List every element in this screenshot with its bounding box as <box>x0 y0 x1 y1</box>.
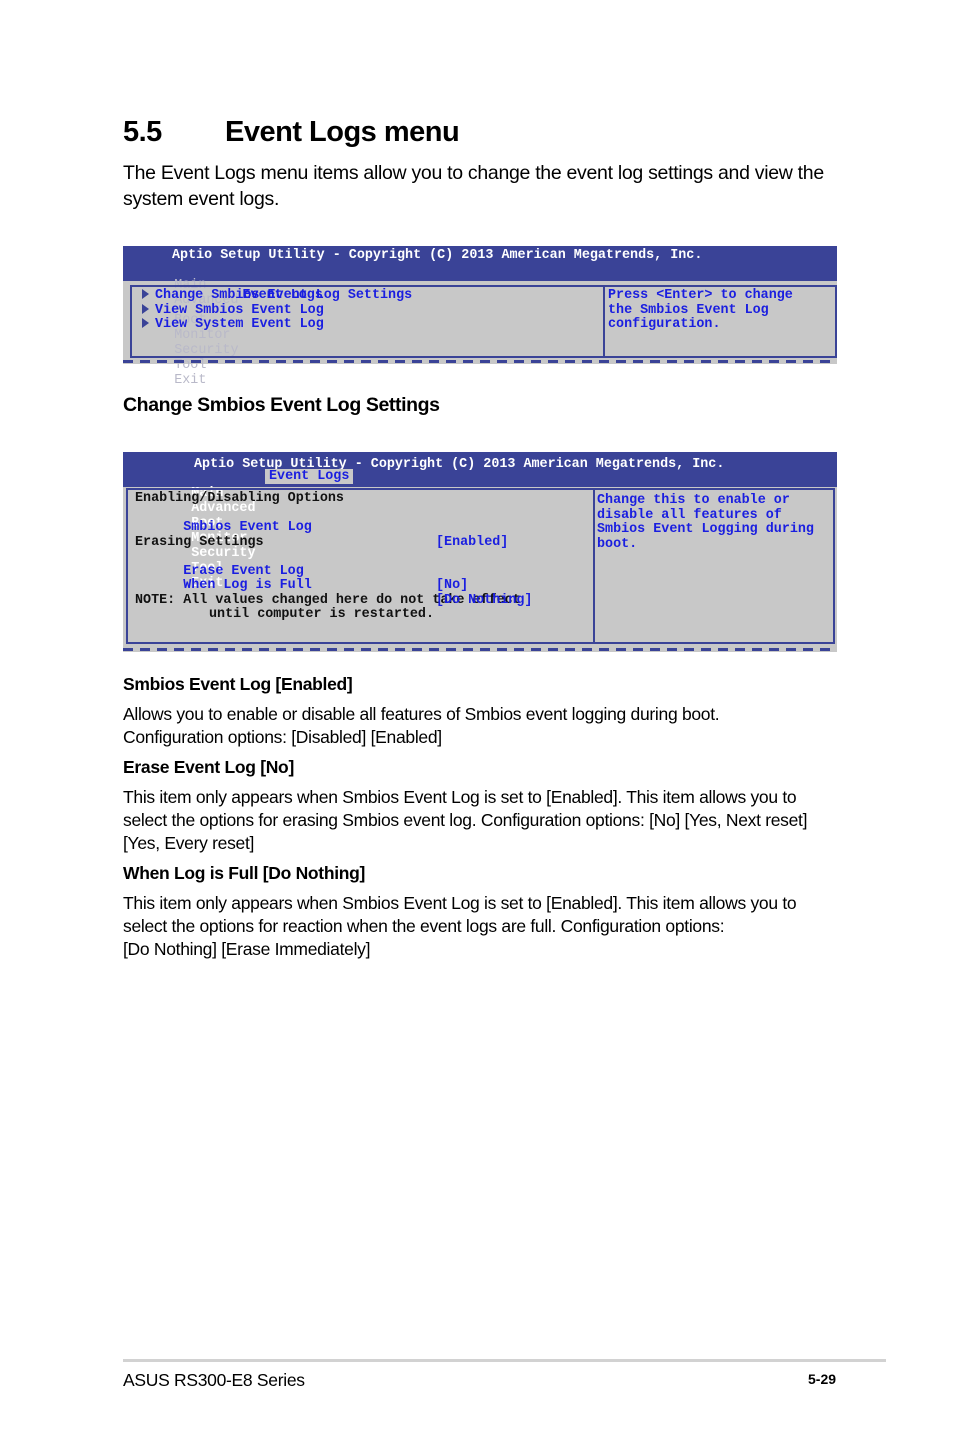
setting-label: Smbios Event Log <box>183 520 312 535</box>
dashed-divider <box>123 360 837 363</box>
submenu-arrow-icon <box>142 289 149 299</box>
menu-item-change-smbios-settings[interactable]: Change Smbios Event Log Settings <box>132 288 605 304</box>
item-desc-erase-event-log: This item only appears when Smbios Event… <box>123 787 808 853</box>
help-line: the Smbios Event Log <box>608 302 769 318</box>
item-desc-smbios-event-log: Allows you to enable or disable all feat… <box>123 704 720 747</box>
bios-help-panel: Press <Enter> to change the Smbios Event… <box>603 285 837 358</box>
item-title-smbios-event-log: Smbios Event Log [Enabled] <box>123 674 353 694</box>
bios-screen-event-logs: Aptio Setup Utility - Copyright (C) 2013… <box>123 246 837 388</box>
section-title: Event Logs menu <box>225 116 460 148</box>
submenu-arrow-icon <box>142 303 149 314</box>
menu-item-view-smbios-log[interactable]: View Smbios Event Log <box>132 303 605 319</box>
help-line: Change this to enable or <box>597 493 790 508</box>
footer-product-name: ASUS RS300-E8 Series <box>123 1370 305 1390</box>
group-label: Enabling/Disabling Options <box>135 491 344 506</box>
intro-paragraph: The Event Logs menu items allow you to c… <box>123 162 824 210</box>
tab-exit[interactable]: Exit <box>174 373 206 388</box>
bios-help-panel: Change this to enable or disable all fea… <box>593 488 835 644</box>
section-number: 5.5 <box>123 116 162 148</box>
setting-label: When Log is Full <box>183 578 312 593</box>
bios-menu-panel: Change Smbios Event Log Settings View Sm… <box>130 285 605 358</box>
setting-value[interactable]: [No] <box>436 578 468 594</box>
bios-header: Aptio Setup Utility - Copyright (C) 2013… <box>123 452 837 591</box>
item-title-erase-event-log: Erase Event Log [No] <box>123 757 294 777</box>
tab-event-logs[interactable]: Event Logs <box>265 469 354 484</box>
help-line: Press <Enter> to change <box>608 288 793 303</box>
help-line: configuration. <box>608 317 721 332</box>
item-title-when-log-is-full: When Log is Full [Do Nothing] <box>123 863 366 883</box>
bios-settings-panel: Enabling/Disabling Options Smbios Event … <box>126 488 595 644</box>
submenu-arrow-icon <box>142 318 149 328</box>
help-line: disable all features of <box>597 507 782 523</box>
bios-header: Aptio Setup Utility - Copyright (C) 2013… <box>123 246 837 388</box>
bios-title: Aptio Setup Utility - Copyright (C) 2013… <box>172 248 703 263</box>
setting-when-log-is-full[interactable]: When Log is Full [Do Nothing] <box>135 565 595 607</box>
setting-erase-event-log[interactable]: Erase Event Log [No] <box>135 550 595 593</box>
footer-divider <box>123 1359 886 1362</box>
setting-smbios-event-log[interactable]: Smbios Event Log [Enabled] <box>135 507 595 549</box>
help-line: boot. <box>597 536 638 552</box>
help-line: Smbios Event Logging during <box>597 522 814 537</box>
subsection-heading: Change Smbios Event Log Settings <box>123 394 440 416</box>
group-label: Erasing Settings <box>135 534 264 550</box>
bios-screen-smbios-settings: Aptio Setup Utility - Copyright (C) 2013… <box>123 452 837 652</box>
setting-value[interactable]: [Do Nothing] <box>436 593 532 609</box>
dashed-divider <box>123 648 837 651</box>
menu-item-view-system-log[interactable]: View System Event Log <box>132 317 605 333</box>
footer-page-number: 5-29 <box>808 1371 837 1387</box>
section-heading: 5.5 Event Logs menu <box>123 116 460 149</box>
note-line: until computer is restarted. <box>209 607 434 622</box>
item-desc-when-log-is-full: This item only appears when Smbios Event… <box>123 893 797 959</box>
setting-value[interactable]: [Enabled] <box>436 535 508 551</box>
